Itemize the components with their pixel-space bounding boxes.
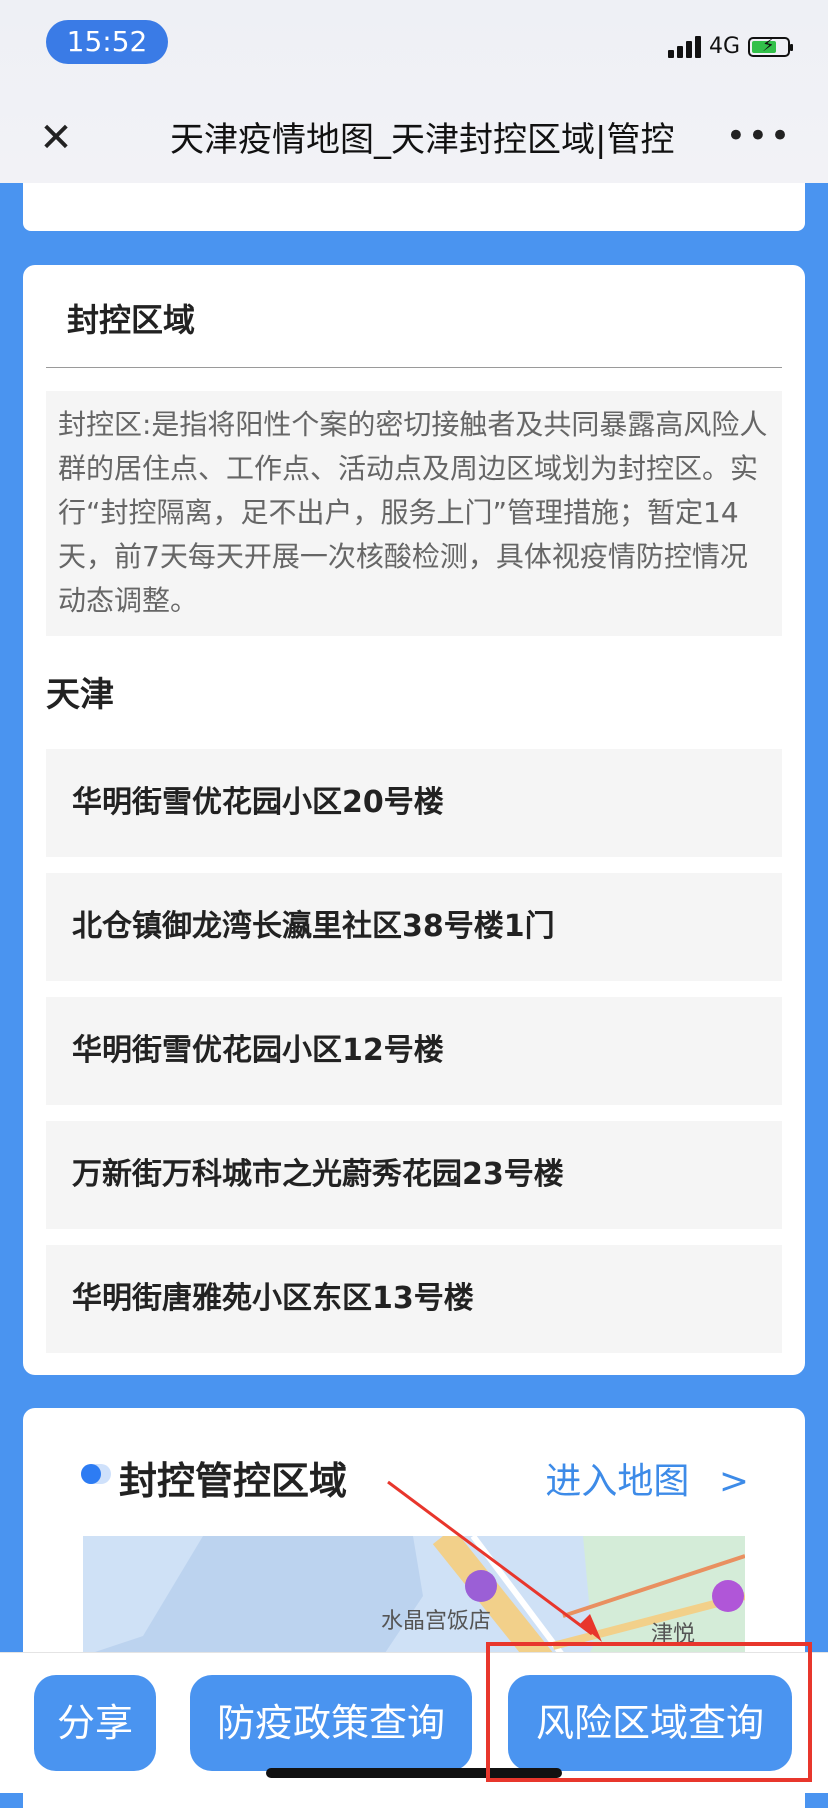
battery-icon: ⚡ bbox=[748, 35, 793, 57]
bottom-action-bar: 分享 防疫政策查询 风险区域查询 bbox=[0, 1652, 828, 1793]
description-text: 封控区:是指将阳性个案的密切接触者及共同暴露高风险人群的居住点、工作点、活动点及… bbox=[46, 391, 782, 636]
status-time: 15:52 bbox=[46, 20, 168, 64]
list-item[interactable]: 华明街唐雅苑小区东区13号楼 bbox=[46, 1245, 782, 1353]
share-button[interactable]: 分享 bbox=[34, 1675, 156, 1771]
policy-query-button[interactable]: 防疫政策查询 bbox=[190, 1675, 472, 1771]
map-poi-label: 水晶宫饭店 bbox=[381, 1609, 491, 1634]
list-item[interactable]: 北仓镇御龙湾长瀛里社区38号楼1门 bbox=[46, 873, 782, 981]
signal-icon bbox=[667, 35, 701, 58]
page-title: 天津疫情地图_天津封控区域|管控 bbox=[170, 120, 675, 160]
more-icon[interactable]: ••• bbox=[726, 116, 792, 156]
area-list: 华明街雪优花园小区20号楼 北仓镇御龙湾长瀛里社区38号楼1门 华明街雪优花园小… bbox=[46, 749, 782, 1369]
bullet-dot-icon bbox=[81, 1464, 111, 1484]
enter-map-label: 进入地图 bbox=[545, 1461, 690, 1502]
city-heading: 天津 bbox=[46, 675, 114, 715]
list-item[interactable]: 华明街雪优花园小区12号楼 bbox=[46, 997, 782, 1105]
list-item[interactable]: 华明街雪优花园小区20号楼 bbox=[46, 749, 782, 857]
chevron-right-icon: > bbox=[718, 1461, 749, 1502]
enter-map-link[interactable]: 进入地图 > bbox=[545, 1452, 749, 1504]
section-title: 封控区域 bbox=[67, 301, 196, 339]
lockdown-card: 封控区域 封控区:是指将阳性个案的密切接触者及共同暴露高风险人群的居住点、工作点… bbox=[23, 265, 805, 1375]
risk-area-query-button[interactable]: 风险区域查询 bbox=[508, 1675, 792, 1771]
previous-card bbox=[23, 183, 805, 231]
list-item[interactable]: 万新街万科城市之光蔚秀花园23号楼 bbox=[46, 1121, 782, 1229]
close-icon[interactable]: ✕ bbox=[36, 118, 76, 158]
home-indicator bbox=[266, 1768, 562, 1778]
map-section-title: 封控管控区域 bbox=[119, 1459, 348, 1503]
app-header: 15:52 4G ⚡ ✕ 天津疫情地图_天津封控区域|管控 ••• bbox=[0, 0, 828, 183]
divider bbox=[46, 367, 782, 368]
network-label: 4G bbox=[708, 34, 740, 59]
status-icons: 4G ⚡ bbox=[667, 34, 793, 59]
map-poi-label: 津悦 bbox=[651, 1622, 695, 1647]
